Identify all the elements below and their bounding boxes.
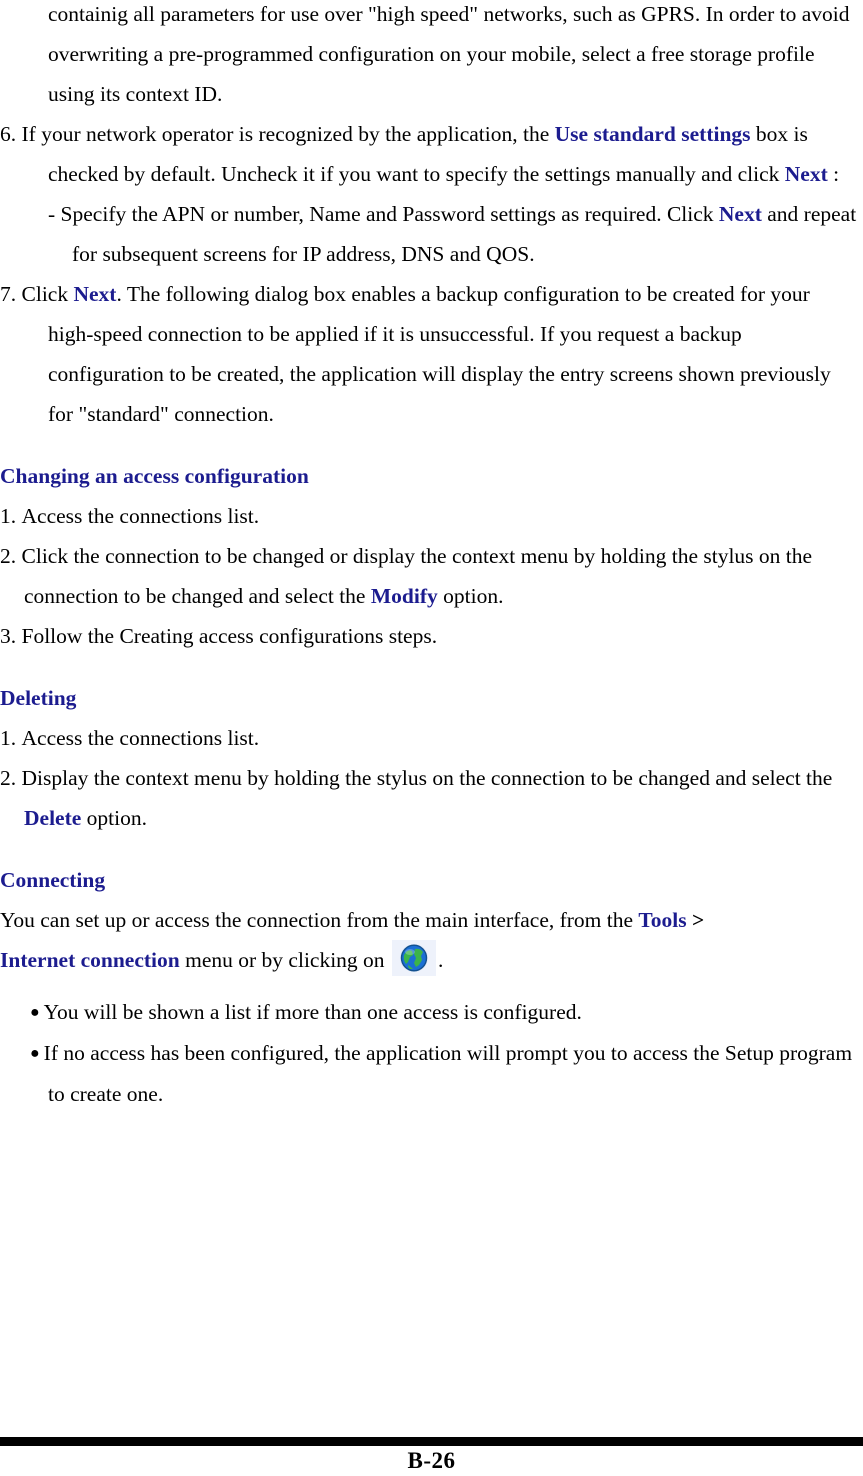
heading-deleting: Deleting — [0, 686, 77, 710]
next-emphasis-step6: Next — [784, 162, 828, 186]
page-content: containig all parameters for use over "h… — [0, 0, 863, 1114]
document-page: containig all parameters for use over "h… — [0, 0, 863, 1476]
changing-item-1-text: Access the connections list. — [21, 504, 260, 528]
connecting-text-before: You can set up or access the connection … — [0, 908, 639, 932]
changing-item-3-text: Follow the Creating access configuration… — [21, 624, 438, 648]
deleting-item-2-text-after: option. — [81, 806, 147, 830]
heading-connecting: Connecting — [0, 868, 106, 892]
step-7-text-before: Click — [21, 282, 74, 306]
continued-paragraph: containig all parameters for use over "h… — [48, 2, 850, 106]
next-emphasis-sub: Next — [718, 202, 762, 226]
connecting-text-middle: menu or by clicking on — [179, 948, 390, 972]
list-item-step-6: 6. If your network operator is recognize… — [0, 114, 863, 194]
changing-item-2-text-after: option. — [437, 584, 504, 608]
globe-icon[interactable] — [391, 940, 436, 976]
deleting-item-1-text: Access the connections list. — [21, 726, 260, 750]
step-7-text-after: . The following dialog box enables a bac… — [48, 282, 831, 426]
section-gap-1 — [0, 434, 863, 456]
list-item-step-7: 7. Click Next. The following dialog box … — [0, 274, 863, 434]
connecting-paragraph: You can set up or access the connection … — [0, 900, 863, 980]
list-item-bullet-2: ● If no access has been configured, the a… — [0, 1033, 863, 1114]
sub-item-text-before: Specify the APN or number, Name and Pass… — [60, 202, 719, 226]
deleting-item-2: 2. Display the context menu by holding t… — [0, 758, 863, 838]
menu-separator: > — [686, 908, 705, 932]
deleting-item-2-text-before: Display the context menu by holding the … — [21, 766, 833, 790]
bullet-marker-icon: ● — [30, 1045, 40, 1062]
next-emphasis-step7: Next — [73, 282, 117, 306]
bullet-2-text: If no access has been configured, the ap… — [43, 1041, 853, 1106]
changing-item-2: 2. Click the connection to be changed or… — [0, 536, 863, 616]
changing-item-3: 3. Follow the Creating access configurat… — [0, 616, 863, 656]
section-gap-2 — [0, 656, 863, 678]
step-6-number: 6. — [0, 122, 17, 146]
footer-divider — [0, 1437, 863, 1446]
bullet-1-text: You will be shown a list if more than on… — [43, 1000, 582, 1024]
modify-emphasis: Modify — [370, 584, 438, 608]
section-gap-4 — [0, 980, 863, 992]
delete-emphasis: Delete — [24, 806, 82, 830]
use-standard-settings-emphasis: Use standard settings — [554, 122, 751, 146]
page-number: B-26 — [407, 1448, 456, 1473]
list-item-step-6-sub: - Specify the APN or number, Name and Pa… — [0, 194, 863, 274]
changing-item-1: 1. Access the connections list. — [0, 496, 863, 536]
heading-changing-an-access-configuration: Changing an access configuration — [0, 464, 309, 488]
deleting-item-1: 1. Access the connections list. — [0, 718, 863, 758]
step-6-text-before: If your network operator is recognized b… — [21, 122, 555, 146]
bullet-marker-icon: ● — [30, 1004, 40, 1021]
changing-item-3-number: 3. — [0, 624, 17, 648]
internet-connection-emphasis: Internet connection — [0, 948, 180, 972]
tools-emphasis: Tools — [638, 908, 687, 932]
step-6-text-after: : — [827, 162, 840, 186]
connecting-text-after: . — [437, 948, 444, 972]
changing-item-2-number: 2. — [0, 544, 17, 568]
changing-item-1-number: 1. — [0, 504, 17, 528]
step-7-number: 7. — [0, 282, 17, 306]
deleting-item-2-number: 2. — [0, 766, 17, 790]
deleting-item-1-number: 1. — [0, 726, 17, 750]
list-item-bullet-1: ● You will be shown a list if more than o… — [0, 992, 863, 1033]
section-gap-3 — [0, 838, 863, 860]
